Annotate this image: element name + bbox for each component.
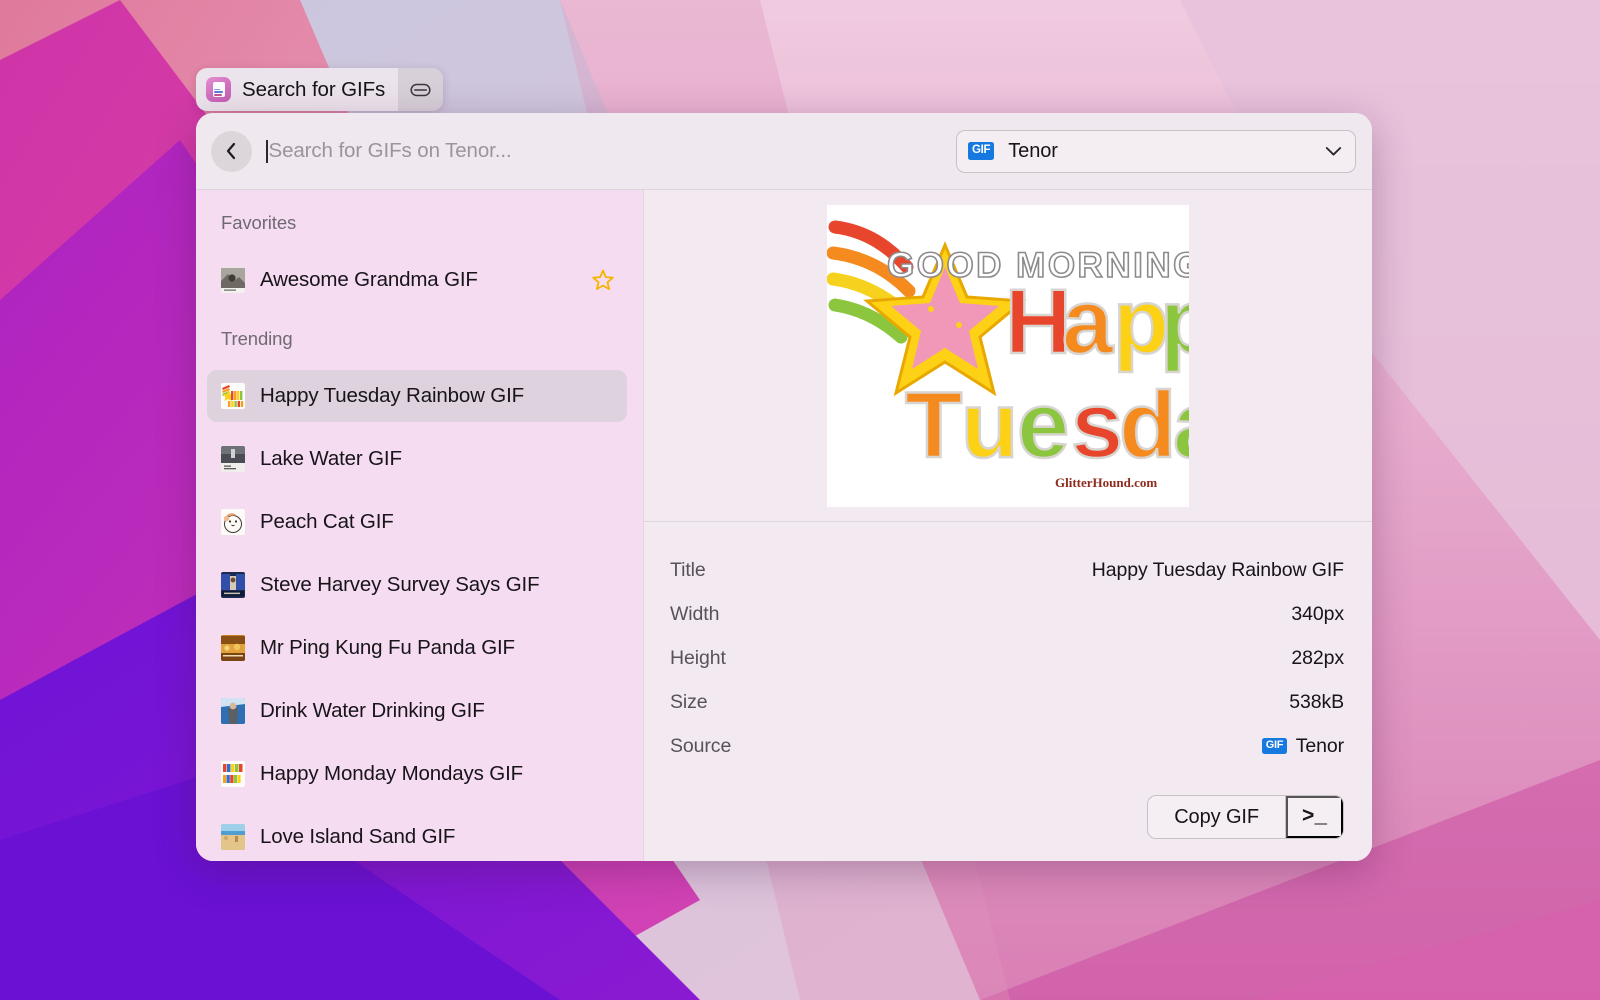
- thumbnail-peach-cat: [221, 509, 245, 535]
- metadata-key: Height: [670, 647, 726, 670]
- section-header-trending: Trending: [207, 328, 627, 350]
- metadata-key: Width: [670, 603, 719, 626]
- list-item-steve-harvey-survey-says[interactable]: Steve Harvey Survey Says GIF: [207, 559, 627, 611]
- search-input[interactable]: Search for GIFs on Tenor...: [266, 129, 956, 173]
- source-dropdown-label: Tenor: [1008, 140, 1325, 163]
- metadata-row-width: Width 340px: [670, 592, 1344, 636]
- metadata-value: 282px: [1291, 647, 1344, 670]
- metadata-row-height: Height 282px: [670, 636, 1344, 680]
- window-title-bar: Search for GIFs: [196, 68, 443, 111]
- chevron-down-icon: [1325, 146, 1342, 157]
- tenor-gif-badge-icon: GIF: [968, 142, 994, 160]
- thumbnail-happy-tuesday-rainbow: [221, 383, 245, 409]
- thumbnail-steve-harvey: [221, 572, 245, 598]
- list-item-label: Drink Water Drinking GIF: [260, 699, 615, 723]
- thumbnail-happy-monday: [221, 761, 245, 787]
- list-item-awesome-grandma[interactable]: Awesome Grandma GIF: [207, 254, 627, 306]
- svg-text:e: e: [1017, 372, 1069, 477]
- list-item-mr-ping-kung-fu-panda[interactable]: Mr Ping Kung Fu Panda GIF: [207, 622, 627, 674]
- metadata-table: Title Happy Tuesday Rainbow GIF Width 34…: [644, 522, 1372, 795]
- thumbnail-awesome-grandma: [221, 267, 245, 293]
- metadata-row-title: Title Happy Tuesday Rainbow GIF: [670, 548, 1344, 592]
- metadata-row-size: Size 538kB: [670, 680, 1344, 724]
- list-item-label: Love Island Sand GIF: [260, 825, 615, 849]
- terminal-prompt-icon: >_: [1302, 807, 1327, 828]
- hard-drive-icon-button[interactable]: [398, 68, 443, 111]
- metadata-value: Happy Tuesday Rainbow GIF: [1092, 559, 1344, 582]
- thumbnail-drink-water: [221, 698, 245, 724]
- list-item-lake-water[interactable]: Lake Water GIF: [207, 433, 627, 485]
- gif-search-window: Search for GIFs on Tenor... GIF Tenor Fa…: [196, 113, 1372, 861]
- back-button[interactable]: [211, 131, 252, 172]
- search-toolbar: Search for GIFs on Tenor... GIF Tenor: [196, 113, 1372, 190]
- tenor-gif-badge-icon: GIF: [1262, 738, 1286, 755]
- list-item-label: Awesome Grandma GIF: [260, 268, 576, 292]
- star-outline-icon[interactable]: [591, 268, 615, 292]
- source-name: Tenor: [1296, 735, 1344, 758]
- hard-drive-icon: [410, 81, 431, 99]
- svg-text:GlitterHound.com: GlitterHound.com: [1055, 475, 1157, 490]
- terminal-prompt-icon-button[interactable]: >_: [1286, 796, 1343, 838]
- copy-gif-button-group: Copy GIF >_: [1147, 795, 1344, 839]
- text-caret: [266, 140, 268, 163]
- list-item-label: Lake Water GIF: [260, 447, 615, 471]
- search-placeholder: Search for GIFs on Tenor...: [269, 139, 512, 163]
- metadata-value: 340px: [1291, 603, 1344, 626]
- list-item-happy-monday-mondays[interactable]: Happy Monday Mondays GIF: [207, 748, 627, 800]
- list-item-label: Happy Tuesday Rainbow GIF: [260, 384, 615, 408]
- gif-preview-area: GOOD MORNING H a p p T u e: [644, 190, 1372, 522]
- source-dropdown[interactable]: GIF Tenor: [956, 130, 1356, 173]
- metadata-key: Size: [670, 691, 708, 714]
- svg-text:s: s: [1071, 372, 1123, 477]
- metadata-value-source: GIF Tenor: [1262, 735, 1344, 758]
- thumbnail-mr-ping: [221, 635, 245, 661]
- list-item-happy-tuesday-rainbow[interactable]: Happy Tuesday Rainbow GIF: [207, 370, 627, 422]
- list-item-peach-cat[interactable]: Peach Cat GIF: [207, 496, 627, 548]
- window-body: Favorites Awesome Grandma GIF: [196, 190, 1372, 861]
- results-sidebar[interactable]: Favorites Awesome Grandma GIF: [196, 190, 644, 861]
- thumbnail-love-island-sand: [221, 824, 245, 850]
- svg-text:a: a: [1173, 372, 1189, 477]
- gif-preview-image[interactable]: GOOD MORNING H a p p T u e: [827, 205, 1189, 507]
- list-item-label: Steve Harvey Survey Says GIF: [260, 573, 615, 597]
- metadata-key: Title: [670, 559, 706, 582]
- action-bar: Copy GIF >_: [644, 795, 1372, 861]
- list-item-label: Peach Cat GIF: [260, 510, 615, 534]
- svg-text:a: a: [1062, 271, 1114, 373]
- list-item-label: Happy Monday Mondays GIF: [260, 762, 615, 786]
- thumbnail-lake-water: [221, 446, 245, 472]
- app-document-gif-icon: [206, 77, 231, 102]
- metadata-value: 538kB: [1289, 691, 1344, 714]
- svg-text:p: p: [1160, 271, 1189, 373]
- metadata-row-source: Source GIF Tenor: [670, 724, 1344, 768]
- list-item-love-island-sand[interactable]: Love Island Sand GIF: [207, 811, 627, 861]
- svg-text:d: d: [1119, 372, 1176, 477]
- window-title: Search for GIFs: [242, 78, 385, 102]
- svg-text:u: u: [961, 372, 1018, 477]
- copy-gif-button[interactable]: Copy GIF: [1148, 796, 1286, 838]
- list-item-label: Mr Ping Kung Fu Panda GIF: [260, 636, 615, 660]
- section-header-favorites: Favorites: [207, 212, 627, 234]
- detail-panel: GOOD MORNING H a p p T u e: [644, 190, 1372, 861]
- metadata-key: Source: [670, 735, 731, 758]
- chevron-left-icon: [225, 142, 238, 160]
- list-item-drink-water-drinking[interactable]: Drink Water Drinking GIF: [207, 685, 627, 737]
- svg-text:T: T: [905, 372, 962, 477]
